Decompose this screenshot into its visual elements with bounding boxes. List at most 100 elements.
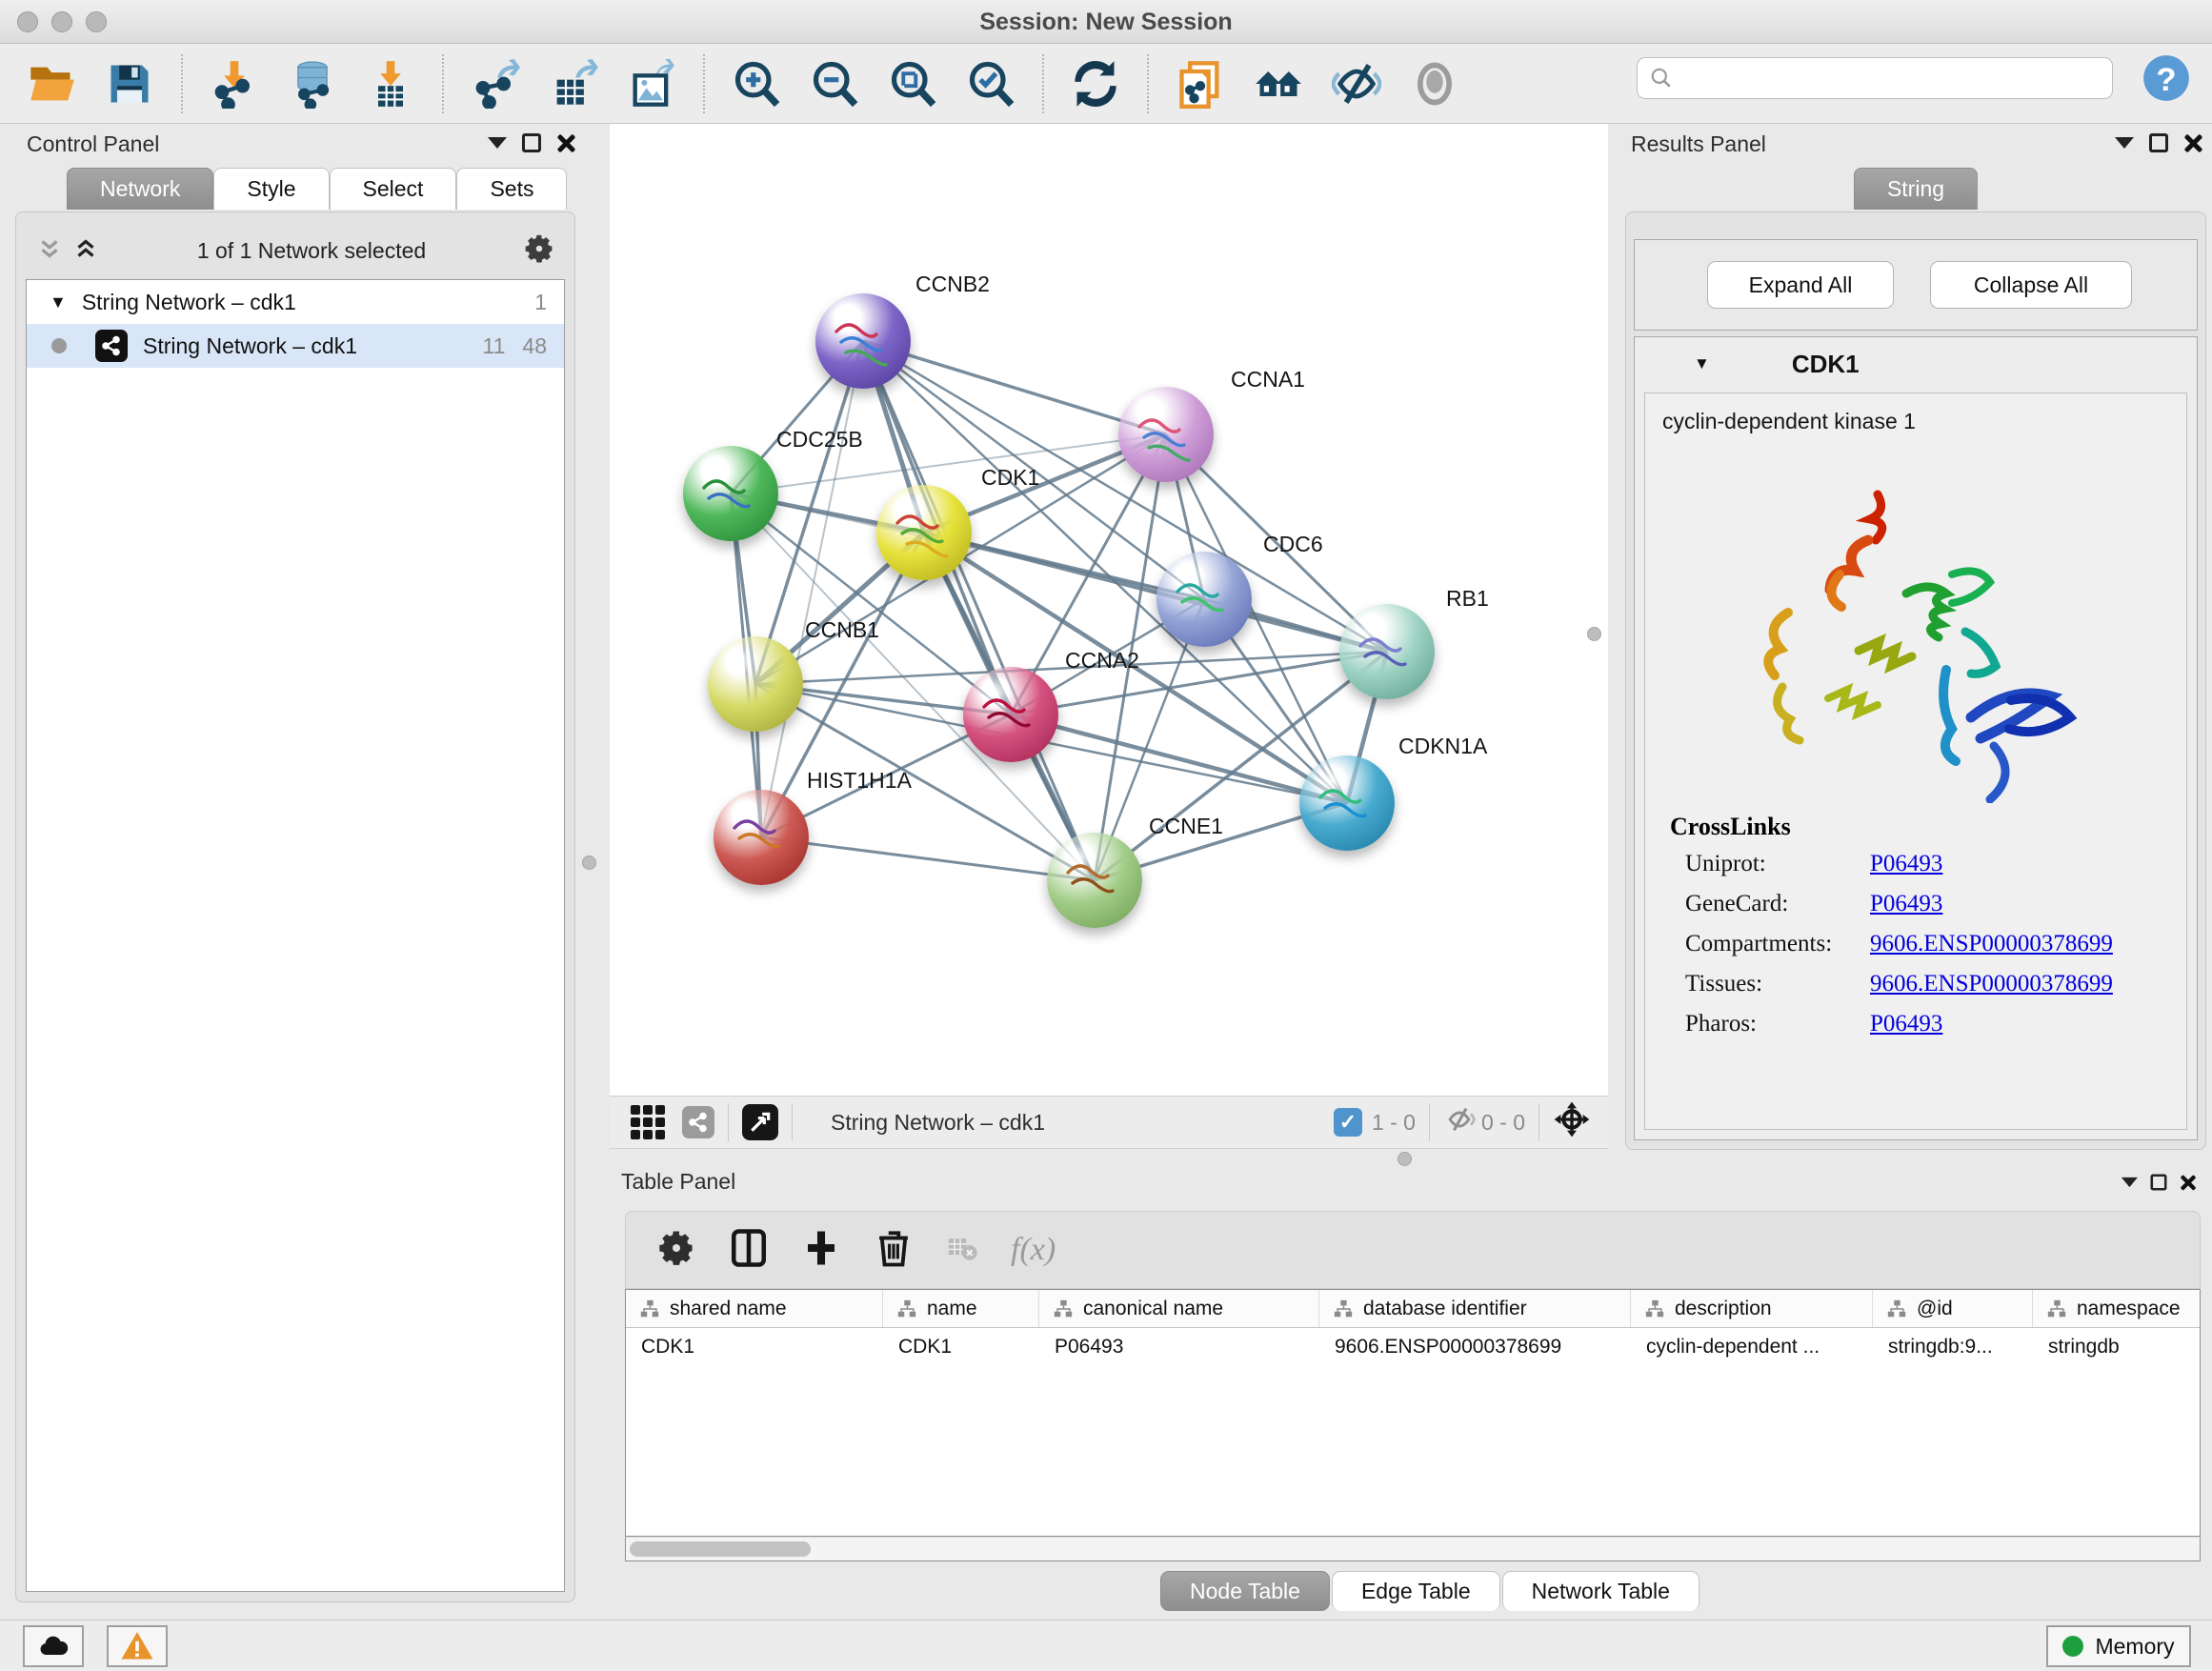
network-node-hist1h1a[interactable] xyxy=(714,790,809,885)
show-columns-icon[interactable] xyxy=(729,1228,769,1273)
network-node-ccna1[interactable] xyxy=(1118,387,1214,482)
left-splitter-handle[interactable] xyxy=(582,856,596,870)
zoom-fit-icon[interactable] xyxy=(886,57,939,111)
table-cell[interactable]: CDK1 xyxy=(626,1328,883,1366)
expand-all-icon[interactable] xyxy=(71,234,100,268)
close-panel-icon[interactable] xyxy=(2183,133,2202,152)
tab-select[interactable]: Select xyxy=(330,168,457,210)
fit-content-crosshair-icon[interactable] xyxy=(1553,1100,1591,1144)
close-panel-icon[interactable] xyxy=(2180,1175,2196,1191)
export-image-icon[interactable] xyxy=(625,57,678,111)
import-network-from-database-icon[interactable] xyxy=(286,57,339,111)
export-table-icon[interactable] xyxy=(547,57,600,111)
protein-structure-image xyxy=(1725,460,2106,803)
tab-node-table[interactable]: Node Table xyxy=(1160,1571,1330,1611)
tab-string[interactable]: String xyxy=(1854,168,1978,210)
panel-menu-icon[interactable] xyxy=(2122,1178,2138,1187)
float-panel-icon[interactable] xyxy=(2149,133,2168,152)
birds-eye-view-icon[interactable] xyxy=(742,1104,778,1140)
network-node-cdc25b[interactable] xyxy=(683,446,778,541)
collapse-all-button[interactable]: Collapse All xyxy=(1930,261,2132,309)
clone-network-icon[interactable] xyxy=(1174,57,1227,111)
table-options-gear-icon[interactable] xyxy=(656,1228,696,1273)
node-table[interactable]: shared namenamecanonical namedatabase id… xyxy=(625,1289,2201,1537)
table-cell[interactable]: cyclin-dependent ... xyxy=(1631,1328,1873,1366)
table-cell[interactable]: P06493 xyxy=(1039,1328,1319,1366)
tab-network[interactable]: Network xyxy=(67,168,213,210)
add-column-icon[interactable] xyxy=(801,1228,841,1273)
column-header-databaseidentifier[interactable]: database identifier xyxy=(1319,1290,1631,1327)
network-node-cdk1[interactable] xyxy=(876,485,972,580)
refresh-layout-icon[interactable] xyxy=(1069,57,1122,111)
network-node-ccnb2[interactable] xyxy=(815,293,911,389)
column-header-description[interactable]: description xyxy=(1631,1290,1873,1327)
search-box[interactable] xyxy=(1637,57,2113,99)
crosslink-value-link[interactable]: 9606.ENSP00000378699 xyxy=(1870,971,2113,997)
import-network-icon[interactable] xyxy=(208,57,261,111)
column-header-canonicalname[interactable]: canonical name xyxy=(1039,1290,1319,1327)
float-panel-icon[interactable] xyxy=(2151,1175,2167,1191)
zoom-in-icon[interactable] xyxy=(730,57,783,111)
memory-button[interactable]: Memory xyxy=(2046,1625,2191,1667)
column-header-id[interactable]: @id xyxy=(1873,1290,2033,1327)
network-node-rb1[interactable] xyxy=(1339,604,1435,699)
open-session-icon[interactable] xyxy=(25,57,78,111)
export-network-icon[interactable] xyxy=(469,57,522,111)
panel-menu-icon[interactable] xyxy=(2115,137,2134,149)
delete-column-icon[interactable] xyxy=(874,1228,914,1273)
network-view-canvas[interactable]: CCNB2CCNA1CDC25BCDK1CDC6RB1CCNB1CCNA2CDK… xyxy=(610,124,1608,1096)
right-splitter-handle[interactable] xyxy=(1587,627,1601,641)
selected-checkbox-icon[interactable]: ✓ xyxy=(1334,1108,1362,1137)
expand-all-button[interactable]: Expand All xyxy=(1707,261,1894,309)
function-builder-button[interactable]: f(x) xyxy=(1011,1232,1056,1268)
table-row[interactable]: CDK1CDK1P064939606.ENSP00000378699cyclin… xyxy=(626,1328,2200,1366)
network-row[interactable]: String Network – cdk1 11 48 xyxy=(27,324,564,368)
crosslink-value-link[interactable]: P06493 xyxy=(1870,1011,1942,1037)
home-layouts-icon[interactable] xyxy=(1252,57,1305,111)
import-table-icon[interactable] xyxy=(364,57,417,111)
save-session-icon[interactable] xyxy=(103,57,156,111)
zoom-out-icon[interactable] xyxy=(808,57,861,111)
network-node-ccne1[interactable] xyxy=(1047,833,1142,928)
help-icon[interactable]: ? xyxy=(2140,51,2193,105)
string-result-box: ▼ CDK1 cyclin-dependent kinase 1 xyxy=(1634,336,2198,1140)
network-node-ccna2[interactable] xyxy=(963,667,1058,762)
table-cell[interactable]: stringdb:9... xyxy=(1873,1328,2033,1366)
tab-sets[interactable]: Sets xyxy=(456,168,567,210)
search-input[interactable] xyxy=(1674,60,2112,96)
float-panel-icon[interactable] xyxy=(522,133,541,152)
network-node-ccnb1[interactable] xyxy=(708,636,803,732)
node-label-hist1h1a: HIST1H1A xyxy=(807,768,912,794)
crosslink-value-link[interactable]: P06493 xyxy=(1870,891,1942,917)
graphics-details-eye-icon[interactable] xyxy=(1408,57,1461,111)
warnings-button[interactable] xyxy=(107,1625,168,1667)
tab-network-table[interactable]: Network Table xyxy=(1502,1571,1699,1611)
bottom-splitter-handle[interactable] xyxy=(1398,1152,1412,1166)
network-thumbnail-icon[interactable] xyxy=(682,1106,714,1138)
table-horizontal-scrollbar[interactable] xyxy=(625,1537,2201,1561)
show-grid-icon[interactable] xyxy=(631,1105,665,1139)
table-cell[interactable]: CDK1 xyxy=(883,1328,1039,1366)
close-panel-icon[interactable] xyxy=(556,133,575,152)
network-node-cdc6[interactable] xyxy=(1156,552,1252,647)
panel-menu-icon[interactable] xyxy=(488,137,507,149)
entry-collapse-icon[interactable]: ▼ xyxy=(1694,354,1710,373)
zoom-selected-icon[interactable] xyxy=(964,57,1017,111)
collapse-all-icon[interactable] xyxy=(35,234,64,268)
cloud-status-button[interactable] xyxy=(23,1625,84,1667)
column-header-namespace[interactable]: namespace xyxy=(2033,1290,2201,1327)
tab-edge-table[interactable]: Edge Table xyxy=(1332,1571,1500,1611)
network-node-cdkn1a[interactable] xyxy=(1299,755,1395,851)
delete-table-icon[interactable] xyxy=(946,1232,978,1269)
table-cell[interactable]: 9606.ENSP00000378699 xyxy=(1319,1328,1631,1366)
column-header-name[interactable]: name xyxy=(883,1290,1039,1327)
network-options-gear-icon[interactable] xyxy=(523,232,555,270)
table-cell[interactable]: stringdb xyxy=(2033,1328,2201,1366)
crosslink-value-link[interactable]: 9606.ENSP00000378699 xyxy=(1870,931,2113,957)
crosslink-value-link[interactable]: P06493 xyxy=(1870,851,1942,877)
column-header-sharedname[interactable]: shared name xyxy=(626,1290,883,1327)
hide-unhide-icon[interactable] xyxy=(1330,57,1383,111)
collection-expand-icon[interactable]: ▼ xyxy=(50,292,67,312)
tab-style[interactable]: Style xyxy=(213,168,329,210)
network-collection-row[interactable]: ▼ String Network – cdk1 1 xyxy=(27,280,564,324)
